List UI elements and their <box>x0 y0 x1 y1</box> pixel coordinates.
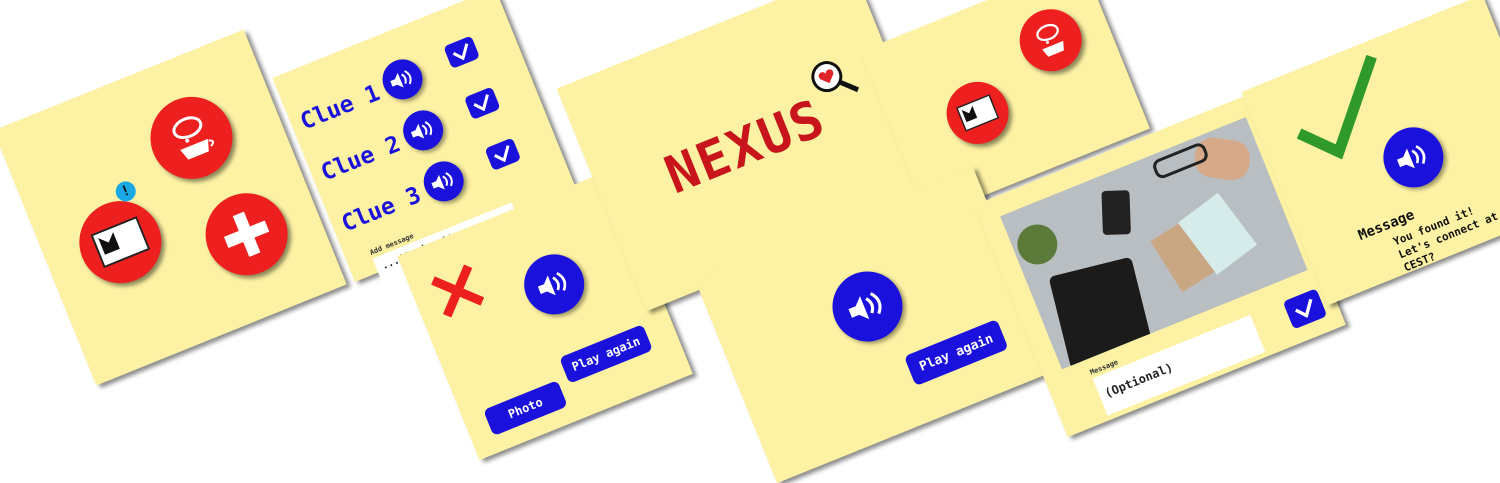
mail-envelope-icon <box>90 216 151 269</box>
clue-2-check-button[interactable] <box>463 86 501 120</box>
speaker-icon <box>848 292 882 320</box>
audio-button[interactable] <box>821 260 914 353</box>
message-text: You found it! Let's connect at 2 CEST? <box>1391 204 1500 275</box>
glasses <box>1150 140 1211 181</box>
phone-device <box>1101 190 1131 236</box>
messages-button[interactable] <box>66 188 174 296</box>
play-again-button[interactable]: Play again <box>903 319 1009 387</box>
speaker-icon <box>390 70 412 88</box>
clue-2-label: Clue 2 <box>317 131 405 187</box>
close-plus-icon <box>223 211 270 257</box>
checkmark-icon <box>1295 298 1313 319</box>
close-button[interactable] <box>193 180 300 288</box>
audio-button[interactable] <box>515 245 594 324</box>
clue-3-audio-button[interactable] <box>417 155 470 208</box>
clue-1-label: Clue 1 <box>296 80 384 136</box>
speaker-icon <box>431 172 453 190</box>
chat-button[interactable] <box>1010 0 1092 81</box>
clue-1-check-button[interactable] <box>443 35 481 69</box>
mail-envelope-icon <box>955 94 1000 132</box>
checkmark-icon <box>494 145 510 163</box>
clue-3-label: Clue 3 <box>337 182 425 238</box>
coffee-thought-icon <box>172 116 215 160</box>
tablet-device <box>1048 256 1154 370</box>
speaker-icon <box>410 121 433 139</box>
app-logo-text: NEXUS <box>657 88 835 207</box>
confirm-button[interactable] <box>1282 288 1328 330</box>
checkmark-icon <box>473 94 489 112</box>
speaker-icon <box>537 271 567 296</box>
speaker-icon <box>1397 145 1426 169</box>
coffee-thought-icon <box>1036 23 1064 57</box>
cross-mark-icon <box>425 258 490 323</box>
clue-1-audio-button[interactable] <box>376 53 429 106</box>
clue-2-audio-button[interactable] <box>397 104 450 157</box>
checkmark-icon <box>452 43 469 61</box>
clue-3-check-button[interactable] <box>484 137 522 171</box>
messages-button[interactable] <box>937 72 1018 154</box>
chat-button[interactable] <box>138 84 245 192</box>
plant <box>1011 218 1064 271</box>
play-again-button[interactable]: Play again <box>559 324 654 384</box>
photo-button[interactable]: Photo <box>483 380 568 437</box>
